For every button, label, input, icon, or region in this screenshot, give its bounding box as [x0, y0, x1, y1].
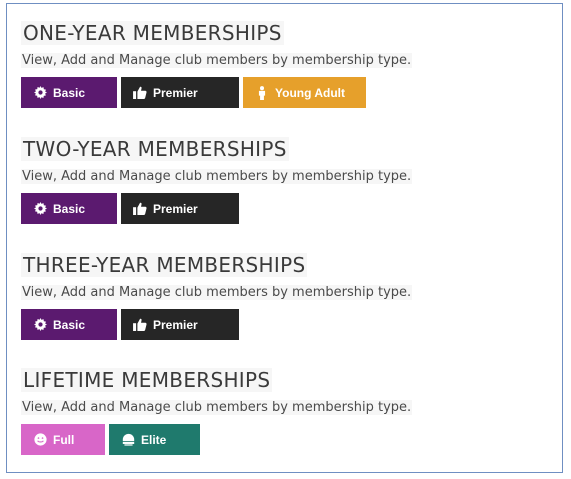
button-label: Full: [53, 432, 75, 447]
basic-button[interactable]: Basic: [21, 77, 117, 108]
section-description: View, Add and Manage club members by mem…: [21, 400, 413, 415]
person-icon: [255, 85, 269, 100]
section-lifetime: LIFETIME MEMBERSHIPS View, Add and Manag…: [21, 365, 541, 455]
memberships-panel: ONE-YEAR MEMBERSHIPS View, Add and Manag…: [6, 3, 563, 473]
button-label: Premier: [153, 201, 198, 216]
elite-button[interactable]: Elite: [109, 424, 200, 455]
button-label: Premier: [153, 317, 198, 332]
section-description: View, Add and Manage club members by mem…: [21, 53, 413, 68]
section-description: View, Add and Manage club members by mem…: [21, 285, 413, 300]
thumbs-up-icon: [133, 86, 147, 100]
smiley-icon: [33, 433, 47, 447]
button-label: Premier: [153, 85, 198, 100]
thumbs-up-icon: [133, 318, 147, 332]
section-one-year: ONE-YEAR MEMBERSHIPS View, Add and Manag…: [21, 18, 541, 108]
thumbs-up-icon: [133, 202, 147, 216]
button-label: Young Adult: [275, 85, 345, 100]
gear-icon: [33, 318, 47, 332]
membership-button-row: Basic Premier: [21, 193, 541, 224]
premier-button[interactable]: Premier: [121, 309, 239, 340]
button-label: Basic: [53, 85, 86, 100]
section-three-year: THREE-YEAR MEMBERSHIPS View, Add and Man…: [21, 250, 541, 340]
premier-button[interactable]: Premier: [121, 193, 239, 224]
section-title: THREE-YEAR MEMBERSHIPS: [21, 253, 308, 277]
button-label: Basic: [53, 201, 86, 216]
gear-icon: [33, 202, 47, 216]
membership-button-row: Basic Premier Young Adult: [21, 77, 541, 108]
gear-icon: [33, 86, 47, 100]
section-description: View, Add and Manage club members by mem…: [21, 169, 413, 184]
section-title: ONE-YEAR MEMBERSHIPS: [21, 21, 284, 45]
section-title: LIFETIME MEMBERSHIPS: [21, 368, 273, 392]
button-label: Basic: [53, 317, 86, 332]
basic-button[interactable]: Basic: [21, 193, 117, 224]
section-two-year: TWO-YEAR MEMBERSHIPS View, Add and Manag…: [21, 134, 541, 224]
full-button[interactable]: Full: [21, 424, 105, 455]
membership-button-row: Basic Premier: [21, 309, 541, 340]
basic-button[interactable]: Basic: [21, 309, 117, 340]
section-title: TWO-YEAR MEMBERSHIPS: [21, 137, 289, 161]
helmet-icon: [121, 433, 135, 447]
premier-button[interactable]: Premier: [121, 77, 239, 108]
button-label: Elite: [141, 432, 167, 447]
membership-button-row: Full Elite: [21, 424, 541, 455]
young-adult-button[interactable]: Young Adult: [243, 77, 366, 108]
